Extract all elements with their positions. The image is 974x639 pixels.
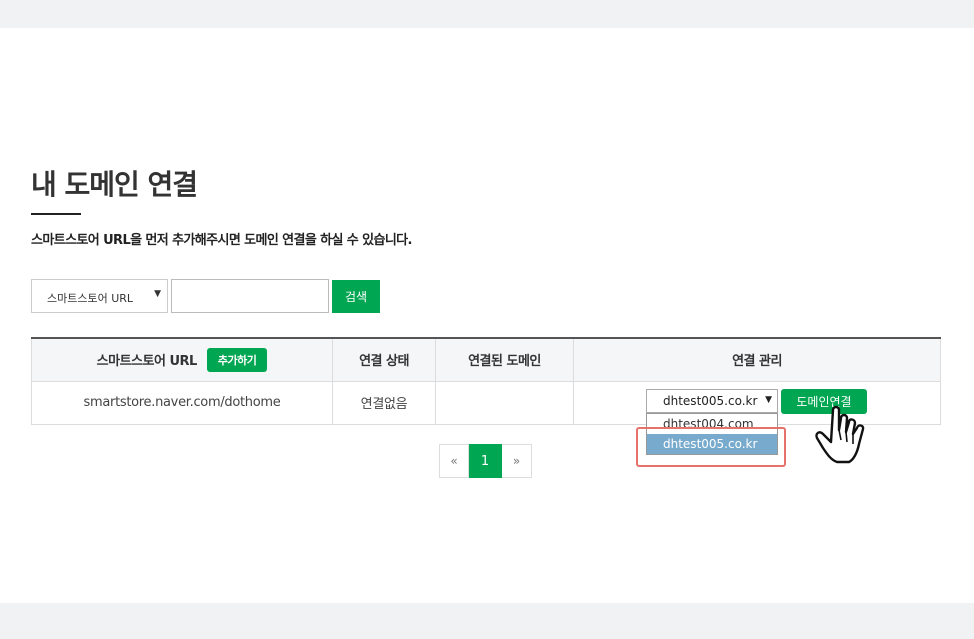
search-input[interactable] — [171, 279, 329, 313]
header-store-url: 스마트스토어 URL 추가하기 — [31, 337, 333, 382]
header-connected-domain: 연결된 도메인 — [435, 337, 574, 382]
caret-down-icon: ▼ — [154, 289, 161, 299]
header-manage: 연결 관리 — [573, 337, 941, 382]
add-store-url-button[interactable]: 추가하기 — [206, 347, 268, 372]
search-type-value: 스마트스토어 URL — [47, 292, 134, 305]
pagination-prev[interactable]: « — [439, 444, 469, 478]
caret-down-icon: ▼ — [765, 395, 772, 405]
highlight-box — [636, 427, 786, 467]
cell-connected-domain — [435, 380, 574, 425]
cell-store-url: smartstore.naver.com/dothome — [31, 380, 333, 425]
header-store-url-label: 스마트스토어 URL — [96, 354, 198, 370]
search-type-select[interactable]: 스마트스토어 URL ▼ — [31, 279, 168, 313]
pagination-next[interactable]: » — [502, 444, 532, 478]
bottom-band — [0, 603, 974, 639]
page-title: 내 도메인 연결 — [31, 168, 198, 201]
pagination: « 1 » — [439, 444, 532, 478]
page-description: 스마트스토어 URL을 먼저 추가해주시면 도메인 연결을 하실 수 있습니다. — [31, 233, 412, 248]
domain-select[interactable]: dhtest005.co.kr ▼ — [646, 389, 778, 413]
top-band — [0, 0, 974, 28]
search-button[interactable]: 검색 — [332, 280, 380, 313]
header-status: 연결 상태 — [332, 337, 436, 382]
table-header-row: 스마트스토어 URL 추가하기 연결 상태 연결된 도메인 연결 관리 — [31, 337, 941, 382]
hand-pointer-icon — [815, 405, 865, 464]
cell-status: 연결없음 — [332, 380, 436, 425]
title-underline — [31, 213, 81, 215]
pagination-page-1[interactable]: 1 — [469, 444, 502, 478]
domain-select-value: dhtest005.co.kr — [663, 394, 758, 408]
